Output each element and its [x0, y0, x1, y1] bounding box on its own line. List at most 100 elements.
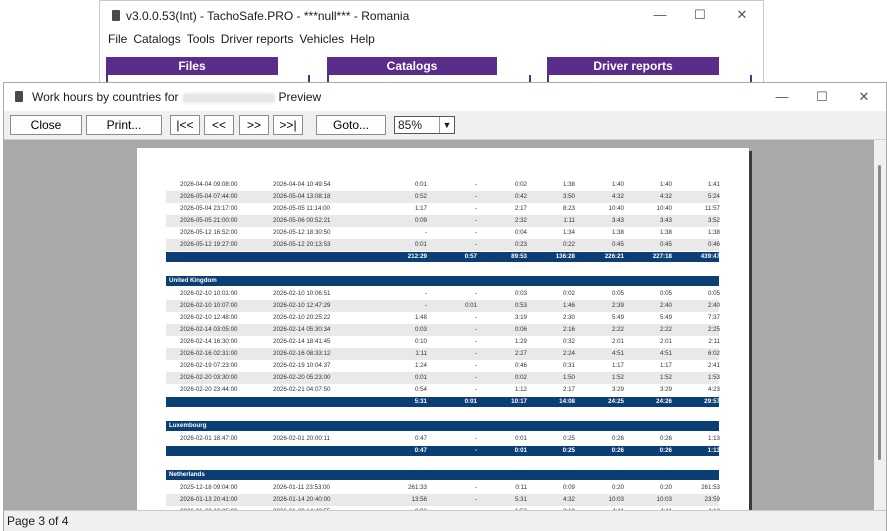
duration-cell: 6:02 — [707, 350, 720, 357]
duration-cell: 23:59 — [704, 496, 720, 503]
end-time-cell: 2026-04-04 10:49:54 — [273, 181, 331, 188]
vertical-scrollbar[interactable] — [874, 140, 886, 511]
table-row: 2026-02-20 23:44:00 2026-02-21 04:07:50 0:… — [166, 384, 720, 396]
table-row: 2026-05-12 19:27:00 2026-05-12 20:13:53 0:… — [166, 239, 720, 251]
end-time-cell: 2026-02-19 10:04:37 — [273, 362, 331, 369]
country-header: Luxembourg — [166, 421, 719, 431]
prev-page-button[interactable]: << — [204, 115, 234, 135]
end-time-cell: 2026-01-14 20:40:00 — [273, 496, 331, 503]
end-time-cell: 2026-05-06 00:52:21 — [273, 217, 331, 224]
close-icon[interactable]: ✕ — [730, 5, 754, 25]
preview-close-icon[interactable]: ✕ — [852, 87, 876, 107]
duration-cell: 7:37 — [707, 314, 720, 321]
title-suffix: Preview — [278, 90, 322, 104]
start-time-cell: 2026-02-14 03:05:00 — [180, 326, 238, 333]
menu-help[interactable]: Help — [350, 32, 381, 46]
close-button[interactable]: Close — [10, 115, 82, 135]
app-icon — [112, 10, 120, 21]
menu-catalogs[interactable]: Catalogs — [133, 32, 186, 46]
end-time-cell: 2026-02-16 08:33:12 — [273, 350, 331, 357]
scrollbar-thumb[interactable] — [878, 165, 881, 460]
status-bar: Page 3 of 4 — [4, 510, 886, 531]
maximize-icon[interactable]: ☐ — [688, 5, 712, 25]
totals-row: 212:29 0:57 89:53 136:28 226:21 227:18 439:47 — [166, 252, 720, 262]
preview-app-icon — [15, 91, 23, 102]
preview-canvas[interactable]: 2026-04-04 09:08:00 2026-04-04 10:49:54 0:… — [4, 140, 874, 511]
catalogs-button[interactable]: Catalogs — [327, 57, 497, 75]
table-row: 2026-02-10 12:48:00 2026-02-10 20:25:22 1:… — [166, 312, 720, 324]
duration-cell: 5:24 — [707, 193, 720, 200]
page-indicator: Page 3 of 4 — [7, 514, 69, 528]
menu-tools[interactable]: Tools — [187, 32, 221, 46]
dropdown-arrow-icon[interactable]: ▼ — [439, 117, 454, 133]
preview-titlebar: Work hours by countries for Preview — ☐ ✕ — [4, 83, 886, 111]
total-cell: 29:57 — [704, 398, 720, 405]
last-page-button[interactable]: >>| — [273, 115, 303, 135]
preview-window-title: Work hours by countries for Preview — [32, 90, 321, 104]
table-row: 2026-05-05 21:00:00 2026-05-06 00:52:21 0:… — [166, 215, 720, 227]
driver-reports-button[interactable]: Driver reports — [547, 57, 719, 75]
duration-cell: 4:23 — [707, 386, 720, 393]
end-time-cell: 2026-05-12 18:30:50 — [273, 229, 331, 236]
start-time-cell: 2026-05-04 07:44:00 — [180, 193, 238, 200]
table-row: 2026-02-16 02:31:00 2026-02-16 08:33:12 1:… — [166, 348, 720, 360]
preview-maximize-icon[interactable]: ☐ — [810, 87, 834, 107]
title-prefix: Work hours by countries for — [32, 90, 179, 104]
start-time-cell: 2026-02-10 12:48:00 — [180, 314, 238, 321]
end-time-cell: 2026-02-01 20:00:11 — [273, 435, 330, 442]
files-button[interactable]: Files — [106, 57, 278, 75]
report-page: 2026-04-04 09:08:00 2026-04-04 10:49:54 0:… — [137, 148, 749, 511]
end-time-cell: 2026-02-14 05:30:34 — [273, 326, 331, 333]
end-time-cell: 2026-05-04 13:08:18 — [273, 193, 331, 200]
redacted-driver-name — [182, 92, 275, 103]
end-time-cell: 2026-02-10 10:06:51 — [273, 290, 331, 297]
start-time-cell: 2026-02-01 18:47:00 — [180, 435, 238, 442]
end-time-cell: 2026-05-12 20:13:53 — [273, 241, 331, 248]
table-row: 2026-05-12 16:52:00 2026-05-12 18:30:50- -… — [166, 227, 720, 239]
country-name: United Kingdom — [169, 277, 217, 284]
start-time-cell: 2026-04-04 09:08:00 — [180, 181, 238, 188]
start-time-cell: 2026-01-13 20:41:00 — [180, 496, 238, 503]
table-row: 2026-04-04 09:08:00 2026-04-04 10:49:54 0:… — [166, 179, 720, 191]
preview-minimize-icon[interactable]: — — [770, 87, 794, 107]
preview-toolbar: Close Print... |<< << >> >>| Goto... 85%… — [4, 111, 886, 140]
table-row: 2026-02-14 03:05:00 2026-02-14 05:30:34 0:… — [166, 324, 720, 336]
start-time-cell: 2026-02-10 10:07:00 — [180, 302, 238, 309]
goto-button[interactable]: Goto... — [316, 115, 386, 135]
start-time-cell: 2026-02-19 07:23:00 — [180, 362, 238, 369]
duration-cell: 261:53 — [701, 484, 720, 491]
zoom-select[interactable]: 85% ▼ — [394, 116, 455, 134]
end-time-cell: 2026-05-05 11:14:00 — [273, 205, 330, 212]
duration-cell: 1:38 — [707, 229, 720, 236]
duration-cell: 1:53 — [707, 374, 720, 381]
table-row: 2025-12-18 09:04:00 2026-01-11 23:53:00 26… — [166, 482, 720, 494]
next-page-button[interactable]: >> — [239, 115, 269, 135]
duration-cell: 2:40 — [707, 302, 720, 309]
minimize-icon[interactable]: — — [648, 5, 672, 25]
menu-vehicles[interactable]: Vehicles — [299, 32, 350, 46]
table-row: 2026-02-10 10:07:00 2026-02-10 12:47:29-0… — [166, 300, 720, 312]
main-menu-bar: File Catalogs Tools Driver reports Vehic… — [108, 32, 381, 46]
table-row: 2026-02-20 03:30:00 2026-02-20 05:23:00 0:… — [166, 372, 720, 384]
table-row: 2026-05-04 23:17:00 2026-05-05 11:14:00 1:… — [166, 203, 720, 215]
duration-cell: 2:25 — [707, 326, 720, 333]
print-button[interactable]: Print... — [86, 115, 162, 135]
table-row: 2026-02-14 16:30:00 2026-02-14 18:41:45 0:… — [166, 336, 720, 348]
start-time-cell: 2026-05-05 21:00:00 — [180, 217, 238, 224]
duration-cell: 2:41 — [707, 362, 720, 369]
preview-window: Work hours by countries for Preview — ☐ ✕… — [3, 82, 887, 531]
total-cell: 439:47 — [700, 253, 720, 260]
table-row: 2026-02-01 18:47:00 2026-02-01 20:00:11 0:… — [166, 433, 720, 445]
menu-file[interactable]: File — [108, 32, 133, 46]
start-time-cell: 2026-05-12 16:52:00 — [180, 229, 238, 236]
start-time-cell: 2026-05-04 23:17:00 — [180, 205, 238, 212]
country-header: United Kingdom — [166, 276, 719, 286]
country-name: Netherlands — [169, 471, 205, 478]
end-time-cell: 2026-02-10 12:47:29 — [273, 302, 331, 309]
start-time-cell: 2025-12-18 09:04:00 — [180, 484, 238, 491]
table-row: 2026-01-13 20:41:00 2026-01-14 20:40:00 13… — [166, 494, 720, 506]
first-page-button[interactable]: |<< — [170, 115, 200, 135]
total-cell: 1:13 — [707, 447, 720, 454]
totals-row: 5:31 0:01 10:17 14:08 24:25 24:26 29:57 — [166, 397, 720, 407]
menu-driver-reports[interactable]: Driver reports — [221, 32, 300, 46]
